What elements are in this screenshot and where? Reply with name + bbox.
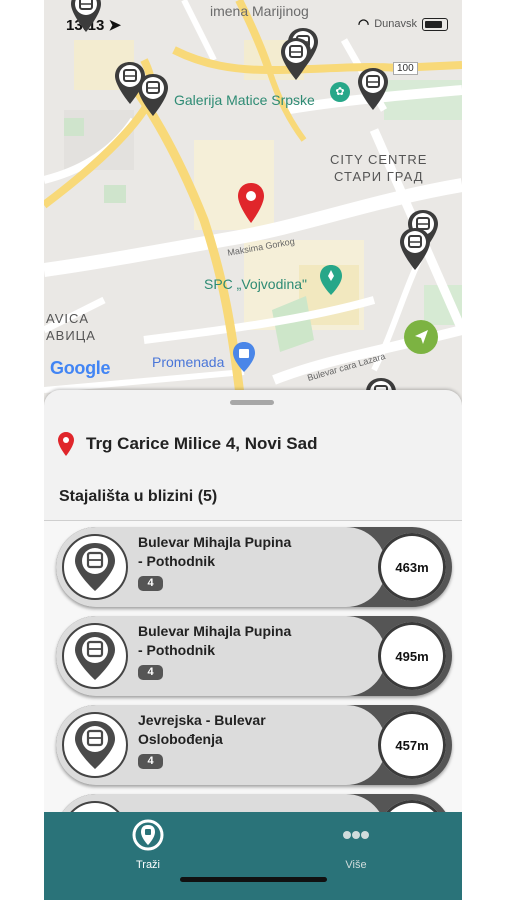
home-indicator[interactable] — [180, 877, 327, 882]
battery-icon — [422, 17, 448, 31]
stop-card-body: Bulevar Mihajla Pupina - Pothodnik 4 — [56, 616, 386, 696]
gallery-poi-icon[interactable]: ✿ — [330, 82, 350, 102]
location-arrow-icon: ➤ — [108, 17, 122, 34]
bus-stop-icon — [62, 534, 128, 600]
promenada-poi-pin-icon[interactable] — [233, 342, 255, 377]
spc-poi-pin-icon[interactable] — [320, 265, 342, 300]
navigation-arrow-icon — [415, 330, 428, 344]
tab-bar: Traži Više — [44, 812, 462, 900]
stop-card[interactable]: Jevrejska - Bulevar Oslobođenja 4 457m — [56, 705, 452, 785]
location-pin-icon — [58, 432, 74, 456]
map-label-street-top: imena Marijinog — [210, 3, 309, 19]
bus-stop-pin-icon[interactable] — [281, 38, 311, 80]
stop-card[interactable]: Bulevar Mihajla Pupina - Pothodnik 4 463… — [56, 527, 452, 607]
tab-more-label: Više — [345, 859, 367, 871]
map-label-avica: AVICA — [46, 311, 90, 326]
google-logo: Google — [50, 358, 111, 378]
map-label-spc[interactable]: SPC „Vojvodina" — [204, 276, 307, 292]
status-icons: ◠ Dunavsk — [358, 16, 448, 32]
wifi-icon: ◠ — [357, 16, 370, 31]
line-badge: 4 — [138, 665, 163, 680]
status-carrier: Dunavsk — [374, 18, 417, 30]
nearby-stops-title: Stajališta u blizini (5) — [59, 488, 218, 505]
bus-stop-icon — [62, 712, 128, 778]
bus-stop-pin-icon[interactable] — [358, 68, 388, 110]
stop-card[interactable]: Bulevar Mihajla Pupina - Pothodnik 4 495… — [56, 616, 452, 696]
more-dots-icon — [343, 831, 369, 839]
stop-name: Bulevar Mihajla Pupina - Pothodnik — [138, 623, 292, 658]
bus-stop-pin-icon[interactable] — [138, 74, 168, 116]
tab-search-label: Traži — [135, 859, 161, 871]
stop-card-body — [56, 794, 386, 812]
map-label-gallery[interactable]: Galerija Matice Srpske — [174, 92, 315, 108]
bus-stop-pin-icon[interactable] — [400, 228, 430, 270]
stop-name: Bulevar Mihajla Pupina - Pothodnik — [138, 534, 292, 569]
map-view[interactable]: 13:13 ➤ ◠ Dunavsk imena Marijinog Galeri… — [44, 0, 462, 405]
line-badge: 4 — [138, 754, 163, 769]
stop-card-body: Bulevar Mihajla Pupina - Pothodnik 4 — [56, 527, 386, 607]
tab-search[interactable]: Traži — [108, 818, 188, 871]
bus-stop-icon — [62, 623, 128, 689]
bus-stop-icon — [70, 801, 120, 812]
stop-card-body: Jevrejska - Bulevar Oslobođenja 4 — [56, 705, 386, 785]
map-label-city-centre: CITY CENTRE — [330, 152, 428, 167]
stop-card[interactable] — [56, 794, 452, 812]
map-label-promenada[interactable]: Promenada — [152, 354, 224, 370]
road-number-badge: 100 — [393, 62, 418, 75]
search-stop-icon — [132, 819, 164, 851]
stop-distance: 457m — [378, 711, 446, 779]
stops-list: Bulevar Mihajla Pupina - Pothodnik 4 463… — [44, 521, 462, 812]
my-location-button[interactable] — [404, 320, 438, 354]
address-row: Trg Carice Milice 4, Novi Sad — [58, 432, 317, 456]
bottom-sheet: Trg Carice Milice 4, Novi Sad Stajališta… — [44, 390, 462, 812]
line-badge: 4 — [138, 576, 163, 591]
stop-distance: 463m — [378, 533, 446, 601]
sheet-drag-handle[interactable] — [230, 400, 274, 405]
map-label-stari-grad: СТАРИ ГРАД — [334, 169, 424, 184]
tab-more[interactable]: Više — [316, 818, 396, 871]
map-label-avica-cyrillic: АВИЦА — [46, 328, 96, 343]
current-location-pin-icon[interactable] — [238, 183, 264, 223]
stop-distance — [378, 800, 446, 812]
stop-distance: 495m — [378, 622, 446, 690]
bus-stop-pin-icon[interactable] — [71, 0, 101, 32]
app-screen: 13:13 ➤ ◠ Dunavsk imena Marijinog Galeri… — [44, 0, 462, 900]
address-text: Trg Carice Milice 4, Novi Sad — [86, 434, 318, 453]
stop-name: Jevrejska - Bulevar Oslobođenja — [138, 712, 266, 747]
